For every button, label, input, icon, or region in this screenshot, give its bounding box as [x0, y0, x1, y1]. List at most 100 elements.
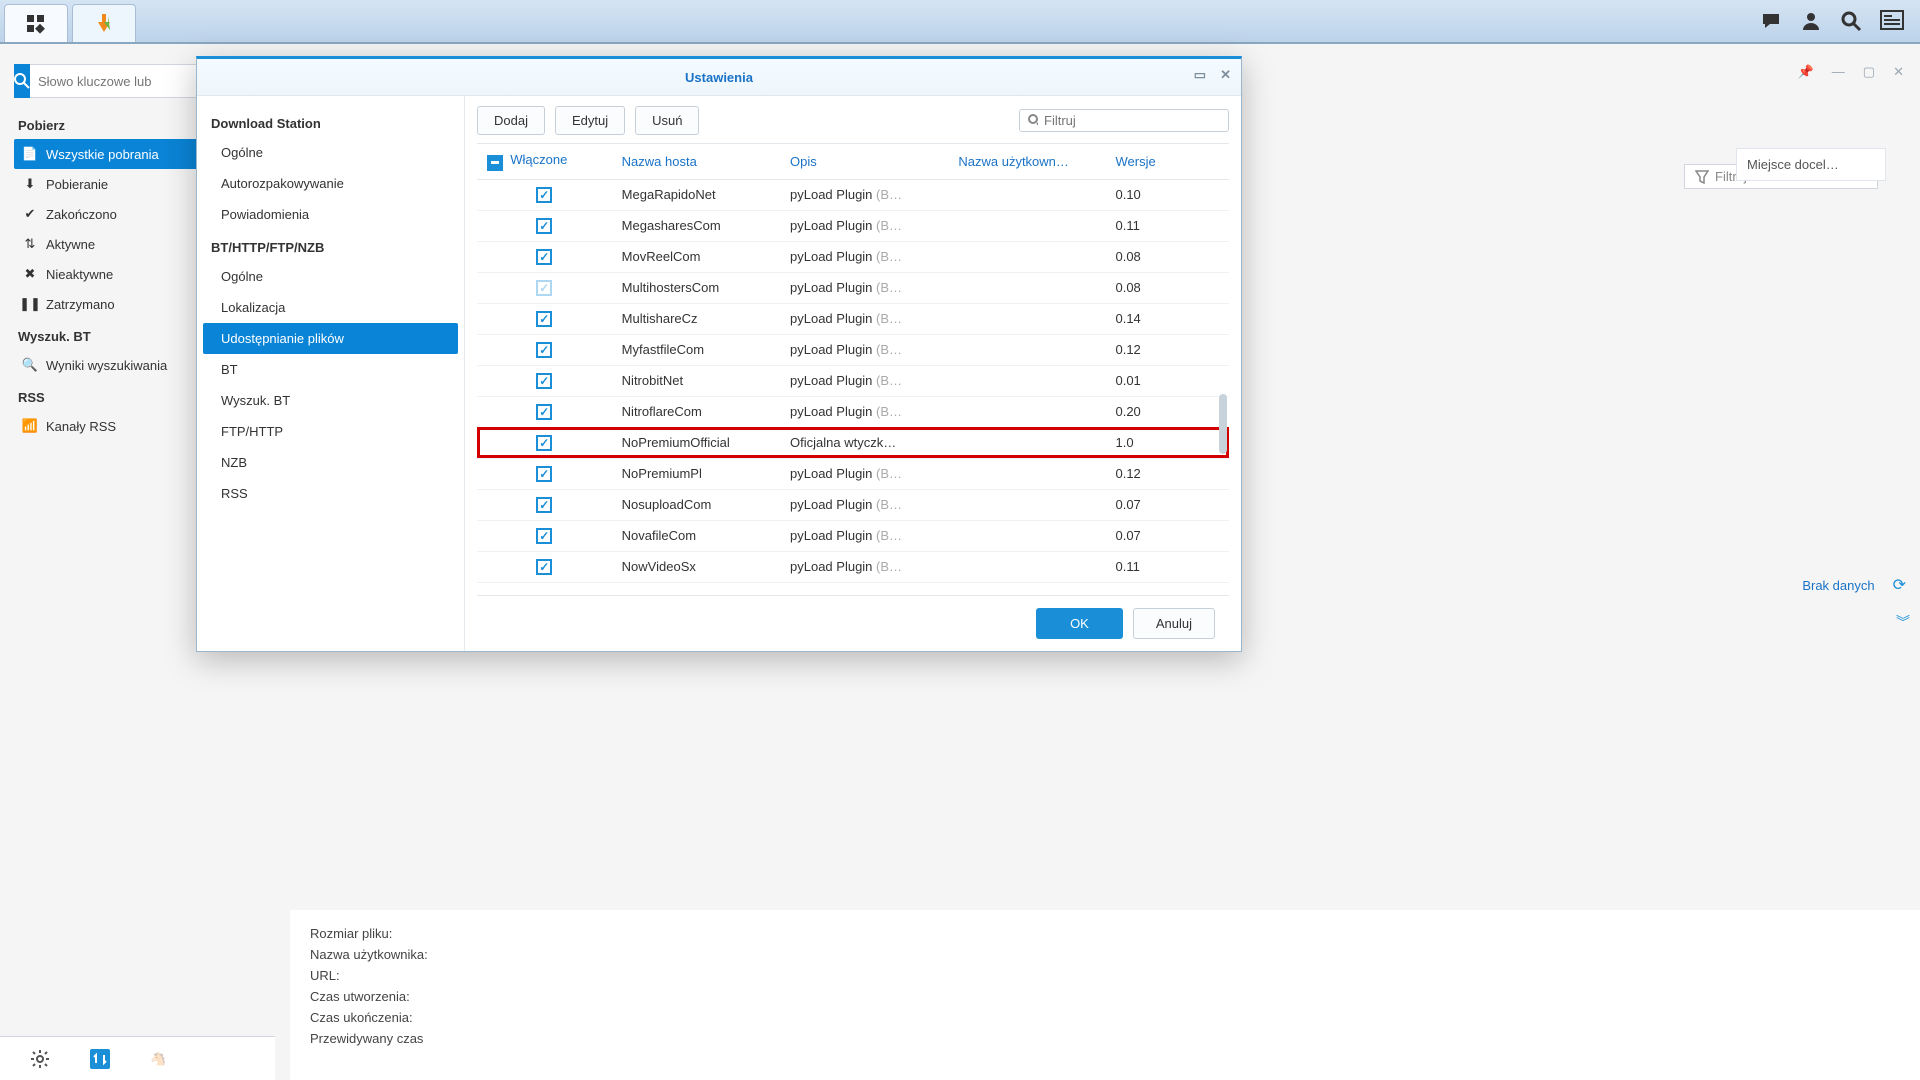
detail-filesize: Rozmiar pliku:: [310, 926, 1900, 941]
row-checkbox[interactable]: ✓: [536, 559, 552, 575]
column-destination[interactable]: Miejsce docel…: [1736, 148, 1886, 181]
table-row[interactable]: ✓MultishareCzpyLoad Plugin (B…0.14: [477, 303, 1229, 334]
sidebar-item-general2[interactable]: Ogólne: [203, 261, 458, 292]
table-row[interactable]: ✓MovReelCompyLoad Plugin (B…0.08: [477, 241, 1229, 272]
sidebar-item-nzb[interactable]: NZB: [203, 447, 458, 478]
refresh-icon[interactable]: ⟳: [1893, 575, 1906, 595]
table-row[interactable]: ✓NitroflareCompyLoad Plugin (B…0.20: [477, 396, 1229, 427]
row-checkbox[interactable]: ✓: [536, 342, 552, 358]
select-all-checkbox[interactable]: [487, 155, 503, 171]
edit-button[interactable]: Edytuj: [555, 106, 625, 135]
cancel-button[interactable]: Anuluj: [1133, 608, 1215, 639]
table-row[interactable]: ✓MegaRapidoNetpyLoad Plugin (B…0.10: [477, 179, 1229, 210]
modal-filter-box[interactable]: [1019, 109, 1229, 132]
modal-filter-input[interactable]: [1044, 113, 1220, 128]
table-row[interactable]: ✓MultihostersCompyLoad Plugin (B…0.08: [477, 272, 1229, 303]
scrollbar-thumb[interactable]: [1219, 394, 1227, 454]
nav-item-inactive[interactable]: ✖Nieaktywne: [14, 259, 214, 289]
detail-url: URL:: [310, 968, 1900, 983]
table-row[interactable]: ✓NosuploadCompyLoad Plugin (B…0.07: [477, 489, 1229, 520]
row-checkbox[interactable]: ✓: [536, 311, 552, 327]
nav-item-stopped[interactable]: ❚❚Zatrzymano: [14, 289, 214, 319]
col-enabled[interactable]: Włączone: [477, 144, 612, 179]
taskbar-tab-downloadstation[interactable]: [72, 4, 136, 42]
row-checkbox[interactable]: ✓: [536, 435, 552, 451]
modal-maximize-icon[interactable]: ▭: [1194, 67, 1206, 83]
col-username[interactable]: Nazwa użytkown…: [948, 144, 1105, 179]
sidebar-item-notify[interactable]: Powiadomienia: [203, 199, 458, 230]
row-checkbox[interactable]: ✓: [536, 218, 552, 234]
cell-version: 0.20: [1105, 396, 1229, 427]
col-hostname[interactable]: Nazwa hosta: [612, 144, 780, 179]
cell-username: [948, 334, 1105, 365]
sidebar-item-btsearch[interactable]: Wyszuk. BT: [203, 385, 458, 416]
cell-version: 0.07: [1105, 520, 1229, 551]
col-version[interactable]: Wersje: [1105, 144, 1229, 179]
cell-username: [948, 489, 1105, 520]
table-row[interactable]: ✓NoPremiumOfficialOficjalna wtyczk…1.0: [477, 427, 1229, 458]
settings-sidebar: Download Station Ogólne Autorozpakowywan…: [197, 96, 465, 651]
cell-description: pyLoad Plugin (B…: [780, 458, 948, 489]
table-row[interactable]: ✓NowVideoSxpyLoad Plugin (B…0.11: [477, 551, 1229, 582]
row-checkbox[interactable]: ✓: [536, 187, 552, 203]
row-checkbox[interactable]: ✓: [536, 497, 552, 513]
sidebar-item-rss[interactable]: RSS: [203, 478, 458, 509]
magnifier-icon: [1028, 114, 1038, 128]
table-row[interactable]: ✓NoPremiumPlpyLoad Plugin (B…0.12: [477, 458, 1229, 489]
row-checkbox[interactable]: ✓: [536, 528, 552, 544]
table-row[interactable]: ✓NovafileCompyLoad Plugin (B…0.07: [477, 520, 1229, 551]
cell-version: 0.12: [1105, 334, 1229, 365]
transfer-icon[interactable]: [90, 1049, 110, 1069]
sidebar-group-ds: Download Station: [203, 106, 458, 137]
cell-hostname: NitrobitNet: [612, 365, 780, 396]
taskbar-tab-apps[interactable]: [4, 4, 68, 42]
sidebar-item-bt[interactable]: BT: [203, 354, 458, 385]
nav-label: Wszystkie pobrania: [46, 147, 159, 162]
sidebar-item-ftphttp[interactable]: FTP/HTTP: [203, 416, 458, 447]
user-icon[interactable]: [1800, 10, 1822, 32]
nav-item-search-results[interactable]: 🔍Wyniki wyszukiwania: [14, 350, 214, 380]
table-row[interactable]: ✓MegasharesCompyLoad Plugin (B…0.11: [477, 210, 1229, 241]
apps-grid-icon: [25, 13, 47, 35]
nav-item-rss-channels[interactable]: 📶Kanały RSS: [14, 411, 214, 441]
nav-item-active[interactable]: ⇅Aktywne: [14, 229, 214, 259]
ok-button[interactable]: OK: [1036, 608, 1123, 639]
row-checkbox[interactable]: ✓: [536, 280, 552, 296]
table-row[interactable]: ✓MyfastfileCompyLoad Plugin (B…0.12: [477, 334, 1229, 365]
row-checkbox[interactable]: ✓: [536, 404, 552, 420]
cell-hostname: NovafileCom: [612, 520, 780, 551]
search-button[interactable]: [14, 64, 30, 98]
cell-description: pyLoad Plugin (B…: [780, 210, 948, 241]
nav-item-all-downloads[interactable]: 📄Wszystkie pobrania: [14, 139, 214, 169]
add-button[interactable]: Dodaj: [477, 106, 545, 135]
cell-username: [948, 458, 1105, 489]
row-checkbox[interactable]: ✓: [536, 466, 552, 482]
settings-gear-icon[interactable]: [30, 1049, 50, 1069]
delete-button[interactable]: Usuń: [635, 106, 699, 135]
table-row[interactable]: ✓NitrobitNetpyLoad Plugin (B…0.01: [477, 365, 1229, 396]
no-data-label: Brak danych: [1802, 578, 1874, 593]
cell-version: 0.10: [1105, 179, 1229, 210]
row-checkbox[interactable]: ✓: [536, 373, 552, 389]
pause-icon: ❚❚: [22, 296, 38, 312]
emule-icon[interactable]: 🐴: [150, 1051, 166, 1067]
activity-icon: ⇅: [22, 236, 38, 252]
modal-close-icon[interactable]: ✕: [1220, 67, 1231, 83]
search-icon[interactable]: [1840, 10, 1862, 32]
row-checkbox[interactable]: ✓: [536, 249, 552, 265]
detail-finished: Czas ukończenia:: [310, 1010, 1900, 1025]
expand-details-toggle[interactable]: ︾: [1896, 612, 1906, 632]
sidebar-item-location[interactable]: Lokalizacja: [203, 292, 458, 323]
sidebar-item-general[interactable]: Ogólne: [203, 137, 458, 168]
sidebar-item-filehosting[interactable]: Udostępnianie plików: [203, 323, 458, 354]
cell-description: pyLoad Plugin (B…: [780, 179, 948, 210]
cell-description: pyLoad Plugin (B…: [780, 272, 948, 303]
chat-icon[interactable]: [1760, 10, 1782, 32]
nav-item-finished[interactable]: ✔Zakończono: [14, 199, 214, 229]
nav-label: Nieaktywne: [46, 267, 113, 282]
col-description[interactable]: Opis: [780, 144, 948, 179]
nav-item-downloading[interactable]: ⬇Pobieranie: [14, 169, 214, 199]
panel-icon[interactable]: [1880, 10, 1904, 32]
sidebar-item-autoextract[interactable]: Autorozpakowywanie: [203, 168, 458, 199]
keyword-search-input[interactable]: [30, 64, 223, 98]
